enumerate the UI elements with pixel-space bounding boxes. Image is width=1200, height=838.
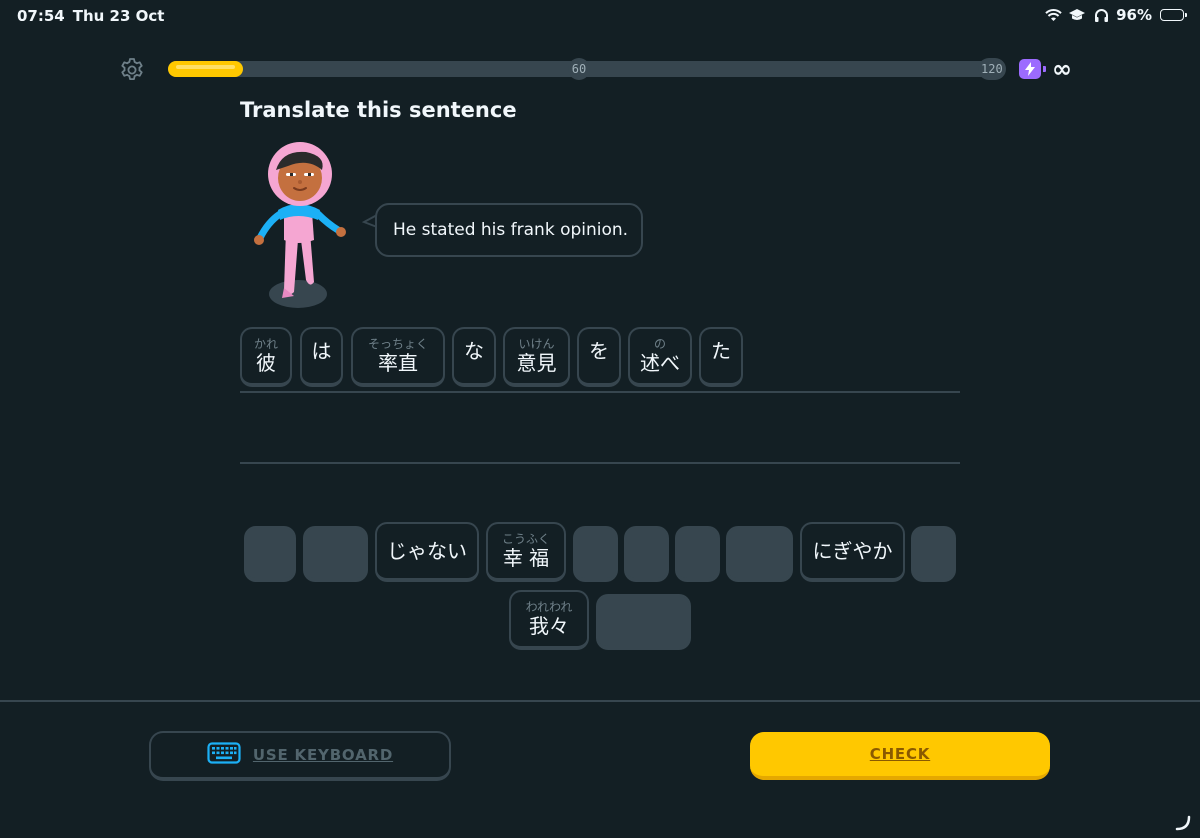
answer-line	[240, 391, 960, 393]
tile-furigana: そっちょく	[367, 337, 428, 351]
prompt-sentence: He stated his frank opinion.	[393, 220, 629, 240]
word-bank-tile[interactable]: われわれ 我々	[509, 590, 589, 650]
answer-tile[interactable]: を	[577, 327, 621, 387]
status-bar: 07:54 Thu 23 Oct 96%	[0, 0, 1200, 32]
word-bank-slot-empty	[726, 526, 793, 582]
tile-furigana: われわれ	[525, 600, 573, 614]
status-time: 07:54	[17, 7, 65, 25]
tile-word: 述べ	[640, 351, 680, 375]
keyboard-icon	[207, 742, 241, 768]
answer-tile[interactable]: の 述べ	[628, 327, 692, 387]
word-bank-slot-empty	[911, 526, 956, 582]
lesson-progress-bar: 60 120	[168, 58, 1006, 80]
prompt-speech-bubble[interactable]: He stated his frank opinion.	[375, 203, 643, 257]
tile-word: 彼	[256, 351, 276, 375]
word-bank-slot-empty	[596, 594, 691, 650]
answer-tile[interactable]: かれ 彼	[240, 327, 292, 387]
word-bank-slot-empty	[573, 526, 618, 582]
status-date: Thu 23 Oct	[72, 7, 165, 25]
graduation-cap-icon	[1068, 6, 1086, 24]
answer-tile[interactable]: いけん 意見	[503, 327, 570, 387]
use-keyboard-button[interactable]: USE KEYBOARD	[149, 731, 451, 781]
page-title: Translate this sentence	[240, 98, 517, 122]
check-button[interactable]: CHECK	[750, 732, 1050, 780]
lightning-battery-icon	[1019, 59, 1046, 79]
answer-tile[interactable]: た	[699, 327, 743, 387]
tile-word: 率直	[378, 351, 418, 375]
word-bank-tile[interactable]: にぎやか	[800, 522, 905, 582]
progress-fill	[168, 61, 243, 77]
tile-word: な	[464, 339, 484, 363]
tile-word: にぎやか	[812, 539, 893, 563]
word-bank-slot-empty	[675, 526, 720, 582]
use-keyboard-label: USE KEYBOARD	[252, 746, 394, 764]
word-bank-slot-empty	[303, 526, 368, 582]
word-bank-slot-empty	[244, 526, 296, 582]
tile-word: じゃない	[387, 539, 467, 563]
answer-tile[interactable]: は	[300, 327, 343, 387]
wifi-icon	[1044, 6, 1062, 24]
tile-word: を	[589, 339, 609, 363]
word-bank-tile[interactable]: こうふく 幸 福	[486, 522, 566, 582]
resize-handle-icon	[1174, 814, 1192, 832]
tile-word: は	[311, 339, 332, 363]
word-bank-slot-empty	[624, 526, 669, 582]
settings-gear-icon[interactable]	[118, 56, 146, 84]
battery-icon	[1160, 9, 1187, 21]
check-label: CHECK	[869, 745, 931, 763]
answer-tile[interactable]: な	[452, 327, 496, 387]
tile-word: 幸 福	[502, 546, 550, 570]
answer-line	[240, 462, 960, 464]
answer-tile[interactable]: そっちょく 率直	[351, 327, 445, 387]
tile-word: 我々	[529, 614, 569, 638]
tile-furigana: かれ	[253, 337, 278, 351]
milestone-marker: 60	[568, 58, 590, 80]
tile-furigana: の	[653, 337, 666, 351]
status-indicators: 96%	[1044, 6, 1187, 24]
headphones-icon	[1092, 6, 1110, 24]
energy-value: ∞	[1052, 55, 1072, 83]
status-time-date: 07:54 Thu 23 Oct	[17, 7, 164, 25]
word-bank-tile[interactable]: じゃない	[375, 522, 479, 582]
tile-furigana: こうふく	[501, 532, 550, 546]
tile-word: た	[711, 339, 731, 363]
battery-percent: 96%	[1116, 6, 1152, 24]
footer-divider	[0, 700, 1200, 702]
character-illustration	[248, 140, 358, 310]
tile-word: 意見	[516, 351, 557, 375]
milestone-marker: 120	[978, 58, 1006, 80]
tile-furigana: いけん	[518, 337, 555, 351]
